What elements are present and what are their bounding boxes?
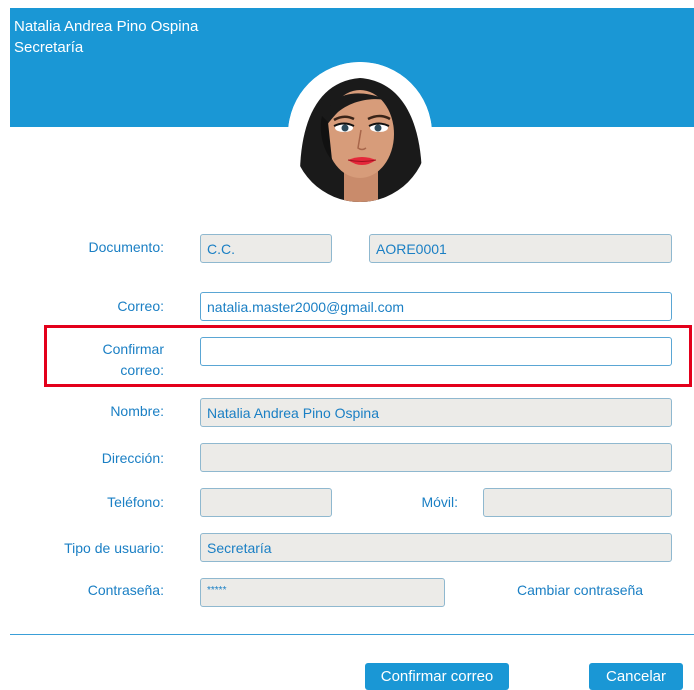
email-field[interactable]: natalia.master2000@gmail.com — [200, 292, 672, 321]
password-field[interactable]: ***** — [200, 578, 445, 607]
document-type-field[interactable]: C.C. — [200, 234, 332, 263]
cancel-button[interactable]: Cancelar — [589, 663, 683, 690]
nombre-label: Nombre: — [110, 403, 164, 419]
direccion-label: Dirección: — [101, 450, 164, 466]
user-name: Natalia Andrea Pino Ospina — [14, 18, 199, 35]
phone-field[interactable] — [200, 488, 332, 517]
change-password-link[interactable]: Cambiar contraseña — [517, 582, 643, 598]
name-field[interactable]: Natalia Andrea Pino Ospina — [200, 398, 672, 427]
user-role: Secretaría — [14, 39, 84, 56]
confirmar-correo-label-line2: correo: — [120, 362, 164, 378]
tipo-usuario-label: Tipo de usuario: — [64, 540, 164, 556]
documento-label: Documento: — [88, 239, 164, 255]
correo-label: Correo: — [117, 298, 164, 314]
contrasena-label: Contraseña: — [87, 582, 164, 598]
avatar-image — [288, 62, 432, 206]
telefono-label: Teléfono: — [107, 494, 164, 510]
movil-label: Móvil: — [421, 494, 458, 510]
confirm-email-button[interactable]: Confirmar correo — [365, 663, 509, 690]
footer-divider — [10, 634, 694, 635]
user-type-field[interactable]: Secretaría — [200, 533, 672, 562]
confirmar-correo-label-line1: Confirmar — [102, 341, 164, 357]
address-field[interactable] — [200, 443, 672, 472]
document-number-field[interactable]: AORE0001 — [369, 234, 672, 263]
avatar — [288, 62, 432, 206]
mobile-field[interactable] — [483, 488, 672, 517]
confirm-email-field[interactable] — [200, 337, 672, 366]
